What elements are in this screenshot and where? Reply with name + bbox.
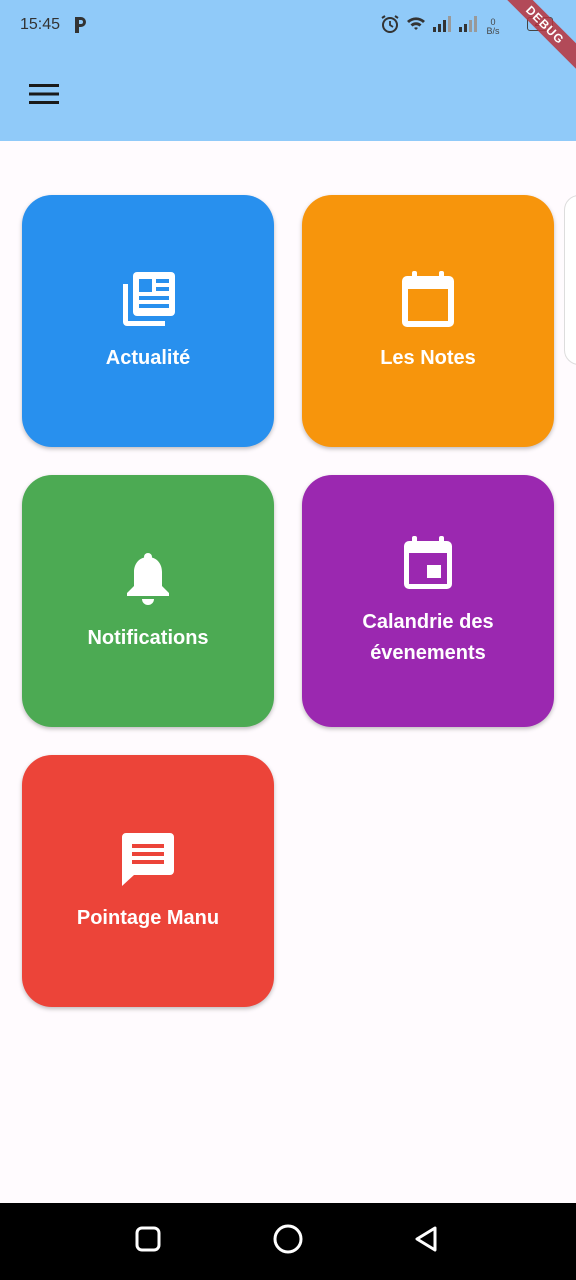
home-circle-icon <box>273 1224 303 1259</box>
tile-les-notes[interactable]: Les Notes <box>302 195 554 447</box>
tile-label: Notifications <box>87 626 209 649</box>
back-triangle-icon <box>413 1225 439 1258</box>
status-time: 15:45 <box>20 16 61 33</box>
tile-label: Pointage Manu <box>76 906 220 929</box>
tile-pointage-manu[interactable]: Pointage Manu <box>22 755 274 1007</box>
tile-actualite[interactable]: Actualité <box>22 195 274 447</box>
tile-calandrie-des-evenements[interactable]: Calandrie des évenements <box>302 475 554 727</box>
tile-label: Les Notes <box>380 346 476 369</box>
home-button[interactable] <box>272 1224 304 1259</box>
signal-icon <box>458 16 478 37</box>
recents-button[interactable] <box>132 1225 164 1257</box>
p-app-icon <box>72 15 88 35</box>
recents-square-icon <box>135 1226 161 1257</box>
calendar-icon <box>398 269 458 329</box>
bell-icon <box>118 549 178 609</box>
wifi-icon <box>406 15 426 38</box>
net-speed-unit: B/s <box>486 25 500 36</box>
tile-label: Actualité <box>105 346 191 369</box>
back-button[interactable] <box>410 1225 442 1257</box>
system-nav-bar <box>0 1203 576 1280</box>
app-bar: 15:45 0 B/s 24 DEBUG <box>0 0 576 141</box>
system-icons: 0 B/s <box>380 14 502 39</box>
newspaper-icon <box>118 269 178 329</box>
alarm-icon <box>380 14 400 39</box>
menu-icon <box>29 83 59 110</box>
message-icon <box>118 829 178 889</box>
status-bar: 15:45 0 B/s 24 <box>0 0 576 52</box>
event-icon <box>398 533 458 593</box>
net-speed: 0 B/s <box>484 17 502 36</box>
tile-label: Calandrie des évenements <box>362 611 494 664</box>
offscreen-tile-edge <box>564 195 576 365</box>
menu-button[interactable] <box>22 76 66 116</box>
signal-icon <box>432 16 452 37</box>
tile-notifications[interactable]: Notifications <box>22 475 274 727</box>
